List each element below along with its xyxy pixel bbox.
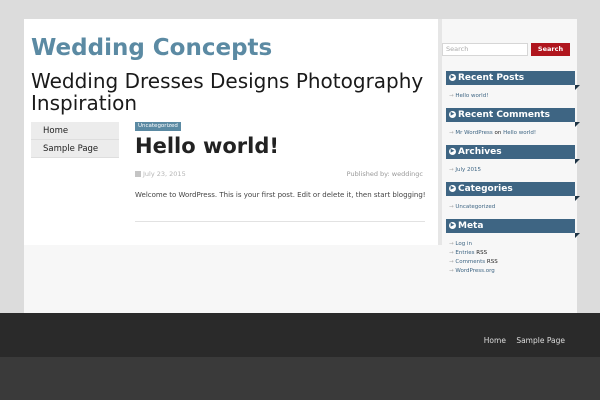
menu-item-home[interactable]: Home bbox=[31, 122, 119, 140]
widget-title: Categories bbox=[458, 184, 513, 194]
widget-title: Recent Posts bbox=[458, 73, 525, 83]
list-item[interactable]: → Hello world! bbox=[449, 92, 488, 101]
widget-header-meta: ▶ Meta bbox=[446, 219, 580, 238]
list-item[interactable]: → Comments RSS bbox=[449, 258, 498, 267]
list-item[interactable]: → Log in bbox=[449, 240, 498, 249]
widget-header-recent-posts: ▶ Recent Posts bbox=[446, 71, 580, 90]
widget-header-categories: ▶ Categories bbox=[446, 182, 580, 201]
ribbon-fold bbox=[575, 122, 580, 127]
arrow-circle-icon: ▶ bbox=[449, 111, 456, 118]
ribbon-fold bbox=[575, 159, 580, 164]
post-divider bbox=[135, 221, 425, 222]
ribbon-fold bbox=[575, 196, 580, 201]
archives-list: → July 2015 bbox=[449, 166, 481, 175]
ribbon-fold bbox=[575, 233, 580, 238]
post-body: Welcome to WordPress. This is your first… bbox=[135, 191, 426, 199]
search-button[interactable]: Search bbox=[531, 43, 570, 56]
recent-posts-list: → Hello world! bbox=[449, 92, 488, 101]
footer: Home Sample Page bbox=[0, 313, 600, 357]
post-title[interactable]: Hello world! bbox=[135, 134, 279, 158]
side-menu: Home Sample Page bbox=[31, 122, 119, 158]
list-item[interactable]: → WordPress.org bbox=[449, 267, 498, 276]
category-badge[interactable]: Uncategorized bbox=[135, 122, 181, 131]
calendar-icon bbox=[135, 171, 141, 177]
author-prefix: Published by: bbox=[346, 170, 390, 178]
search-input[interactable]: Search bbox=[442, 43, 528, 56]
footer-link-home[interactable]: Home bbox=[484, 336, 506, 345]
arrow-circle-icon: ▶ bbox=[449, 74, 456, 81]
ribbon-fold bbox=[575, 85, 580, 90]
widget-title: Archives bbox=[458, 147, 502, 157]
post-author: Published by: weddingc bbox=[347, 170, 423, 178]
footer-bottom-bar bbox=[0, 357, 600, 400]
list-item[interactable]: → July 2015 bbox=[449, 166, 481, 175]
site-description: Wedding Dresses Designs Photography Insp… bbox=[31, 69, 424, 115]
arrow-circle-icon: ▶ bbox=[449, 185, 456, 192]
list-item[interactable]: → Entries RSS bbox=[449, 249, 498, 258]
widget-header-recent-comments: ▶ Recent Comments bbox=[446, 108, 580, 127]
footer-nav: Home Sample Page bbox=[476, 336, 565, 345]
arrow-circle-icon: ▶ bbox=[449, 222, 456, 229]
list-item[interactable]: → Uncategorized bbox=[449, 203, 495, 212]
site-title[interactable]: Wedding Concepts bbox=[31, 35, 272, 61]
widget-title: Meta bbox=[458, 221, 484, 231]
list-item[interactable]: → Mr WordPress on Hello world! bbox=[449, 129, 536, 138]
footer-link-sample-page[interactable]: Sample Page bbox=[516, 336, 565, 345]
arrow-circle-icon: ▶ bbox=[449, 148, 456, 155]
widget-header-archives: ▶ Archives bbox=[446, 145, 580, 164]
post-date: July 23, 2015 bbox=[135, 170, 186, 178]
menu-item-sample-page[interactable]: Sample Page bbox=[31, 140, 119, 158]
categories-list: → Uncategorized bbox=[449, 203, 495, 212]
recent-comments-list: → Mr WordPress on Hello world! bbox=[449, 129, 536, 138]
meta-list: → Log in → Entries RSS → Comments RSS → … bbox=[449, 240, 498, 276]
author-name[interactable]: weddingc bbox=[392, 170, 423, 178]
main-content: Wedding Concepts Wedding Dresses Designs… bbox=[24, 19, 438, 245]
post-date-text[interactable]: July 23, 2015 bbox=[143, 170, 186, 178]
widget-title: Recent Comments bbox=[458, 110, 551, 120]
